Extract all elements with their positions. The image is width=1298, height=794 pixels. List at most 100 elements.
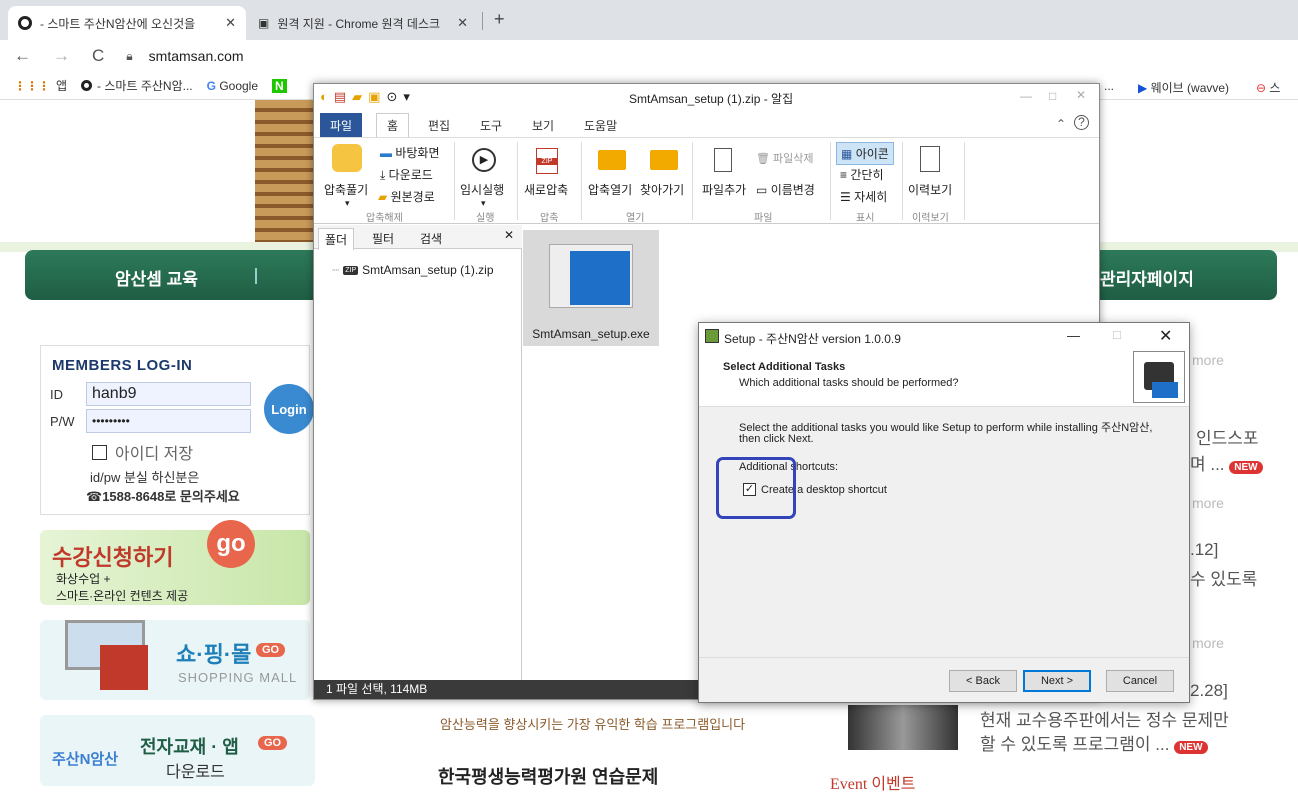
close-icon[interactable]: ✕ [1076, 88, 1086, 102]
extract-dropdown-icon[interactable]: ▾ [345, 198, 350, 209]
run-quick-icon[interactable]: ⊙ [386, 89, 397, 105]
new-zip-icon: ZIP [536, 148, 558, 174]
news-text[interactable]: .12] [1190, 540, 1218, 560]
open-zip-button[interactable]: 압축열기 [588, 181, 632, 198]
forward-arrow-icon[interactable]: → [53, 46, 70, 66]
news-text[interactable]: 할 수 있도록 프로그램이 ... NEW [980, 730, 1208, 755]
add-file-button[interactable]: 파일추가 [702, 181, 746, 198]
cancel-button[interactable]: Cancel [1106, 670, 1174, 692]
find-button[interactable]: 찾아가기 [640, 181, 684, 198]
tab-file[interactable]: 파일 [320, 113, 363, 137]
ebook-subtitle: 다운로드 [166, 764, 225, 781]
delete-file-button[interactable]: 🗑︎ 파일삭제 [756, 150, 814, 166]
nav-item-admin[interactable]: 관리자페이지 [1100, 265, 1194, 290]
new-zip-button[interactable]: 새로압축 [524, 181, 568, 198]
bookmark-last[interactable]: ⊖ 스 [1256, 79, 1280, 96]
extract-original-button[interactable]: ▰ 원본경로 [378, 188, 435, 205]
group-label-run: 실행 [476, 213, 495, 224]
bookmark-wavve[interactable]: ▶ 웨이브 (wavve) [1138, 79, 1229, 96]
group-label-open: 열기 [626, 213, 645, 224]
tab-divider [482, 12, 483, 30]
more-link[interactable]: more [1192, 635, 1224, 651]
back-arrow-icon[interactable]: ← [14, 46, 31, 66]
extract-desktop-button[interactable]: ▬ 바탕화면 [380, 144, 440, 161]
open-folder-quick-icon[interactable]: ▰ [352, 89, 362, 105]
tab-filter[interactable]: 필터 [366, 228, 400, 249]
more-link[interactable]: more [1192, 352, 1224, 368]
address-bar[interactable]: smtamsan.com [149, 48, 244, 64]
next-button[interactable]: Next > [1023, 670, 1091, 692]
new-tab-button[interactable]: + [494, 9, 505, 30]
news-text[interactable]: 인드스포 [1196, 424, 1259, 449]
file-item-selected[interactable]: SmtAmsan_setup.exe [523, 230, 659, 346]
tab-help[interactable]: 도움말 [574, 113, 627, 137]
close-tab-icon[interactable]: ✕ [225, 15, 236, 31]
rename-button[interactable]: ▭ 이름변경 [756, 181, 815, 198]
view-detail-button[interactable]: ☰ 자세히 [840, 188, 887, 205]
download-icon: ⤓ [380, 168, 386, 182]
history-icon [920, 146, 940, 172]
help-icon[interactable]: ? [1074, 115, 1089, 130]
go-badge: go [207, 520, 255, 568]
tree-item[interactable]: ┈ ZIP SmtAmsan_setup (1).zip [332, 263, 494, 277]
quick-access-dropdown-icon[interactable]: ▾ [403, 89, 410, 105]
browser-tab[interactable]: ▣ 원격 지원 - Chrome 원격 데스크 ✕ [248, 6, 478, 40]
temp-run-dropdown-icon[interactable]: ▾ [481, 198, 486, 209]
naver-icon[interactable]: N [272, 78, 287, 93]
tab-view[interactable]: 보기 [522, 113, 564, 137]
bookmark-google[interactable]: G Google [207, 79, 258, 93]
bookmark-apps[interactable]: 앱 [56, 77, 67, 94]
checkbox-highlight-annotation [716, 457, 796, 519]
news-text[interactable]: 현재 교수용주판에서는 정수 문제만 [980, 706, 1229, 731]
nav-divider [255, 268, 257, 284]
news-text[interactable]: 며 ... NEW [1190, 450, 1263, 475]
new-zip-quick-icon[interactable]: ▤ [334, 89, 346, 105]
view-icon-button[interactable]: ▦ 아이콘 [836, 142, 894, 165]
news-text[interactable]: 2.28] [1190, 681, 1228, 701]
extract-button[interactable]: 압축풀기 [324, 181, 368, 198]
nav-item-education[interactable]: 암산셈 교육 [115, 265, 198, 290]
center-title[interactable]: 한국평생능력평가원 연습문제 [438, 763, 658, 789]
folder-arrow-icon: ▰ [378, 190, 388, 204]
bookmark-site[interactable]: - 스마트 주산N암... [81, 77, 193, 94]
tab-search[interactable]: 검색 [414, 228, 448, 249]
tab-tools[interactable]: 도구 [470, 113, 512, 137]
browser-tabstrip: - 스마트 주산N암산에 오신것을 ✕ ▣ 원격 지원 - Chrome 원격 … [0, 0, 1298, 40]
save-id-row[interactable]: 아이디 저장 [92, 440, 193, 464]
gift-box-icon [100, 645, 148, 690]
history-button[interactable]: 이력보기 [908, 181, 952, 198]
ribbon-separator [830, 142, 831, 220]
save-id-checkbox[interactable] [92, 444, 107, 460]
tab-edit[interactable]: 편집 [418, 113, 460, 137]
register-sub1: 화상수업 + [56, 572, 111, 586]
minimize-icon[interactable]: — [1067, 328, 1080, 343]
reload-icon[interactable]: C [92, 46, 104, 66]
archive-window-title: SmtAmsan_setup (1).zip - 알집 [629, 92, 794, 106]
close-tab-icon[interactable]: ✕ [457, 15, 468, 31]
view-simple-button[interactable]: ≡ 간단히 [840, 166, 883, 183]
bookmark-more[interactable]: ... [1104, 79, 1114, 93]
login-button[interactable]: Login [264, 384, 314, 434]
back-button[interactable]: < Back [949, 670, 1017, 692]
extract-quick-icon[interactable]: ▣ [368, 89, 380, 105]
tab-folder[interactable]: 폴더 [318, 228, 355, 250]
close-panel-icon[interactable]: ✕ [504, 228, 514, 242]
new-badge: NEW [1174, 741, 1208, 754]
browser-tab-active[interactable]: - 스마트 주산N암산에 오신것을 ✕ [8, 6, 246, 40]
collapse-ribbon-icon[interactable]: ⌃ [1056, 117, 1066, 131]
extract-download-button[interactable]: ⤓ 다운로드 [380, 166, 433, 183]
news-thumbnail[interactable] [848, 705, 958, 750]
more-link[interactable]: more [1192, 495, 1224, 511]
tab-title: 원격 지원 - Chrome 원격 데스크 [277, 16, 441, 31]
news-text[interactable]: 수 있도록 [1190, 565, 1257, 590]
register-title: 수강신청하기 [52, 545, 174, 570]
apps-grid-icon[interactable]: ⋮⋮⋮ [14, 79, 50, 93]
minimize-icon[interactable]: — [1020, 89, 1032, 103]
close-icon[interactable]: ✕ [1159, 326, 1172, 346]
temp-run-button[interactable]: 임시실행 [460, 181, 504, 198]
app-icon: ◐ [320, 89, 328, 104]
pw-input[interactable]: ••••••••• [86, 409, 251, 433]
maximize-icon[interactable]: □ [1049, 89, 1056, 103]
tab-home[interactable]: 홈 [376, 113, 410, 137]
id-input[interactable]: hanb9 [86, 382, 251, 406]
